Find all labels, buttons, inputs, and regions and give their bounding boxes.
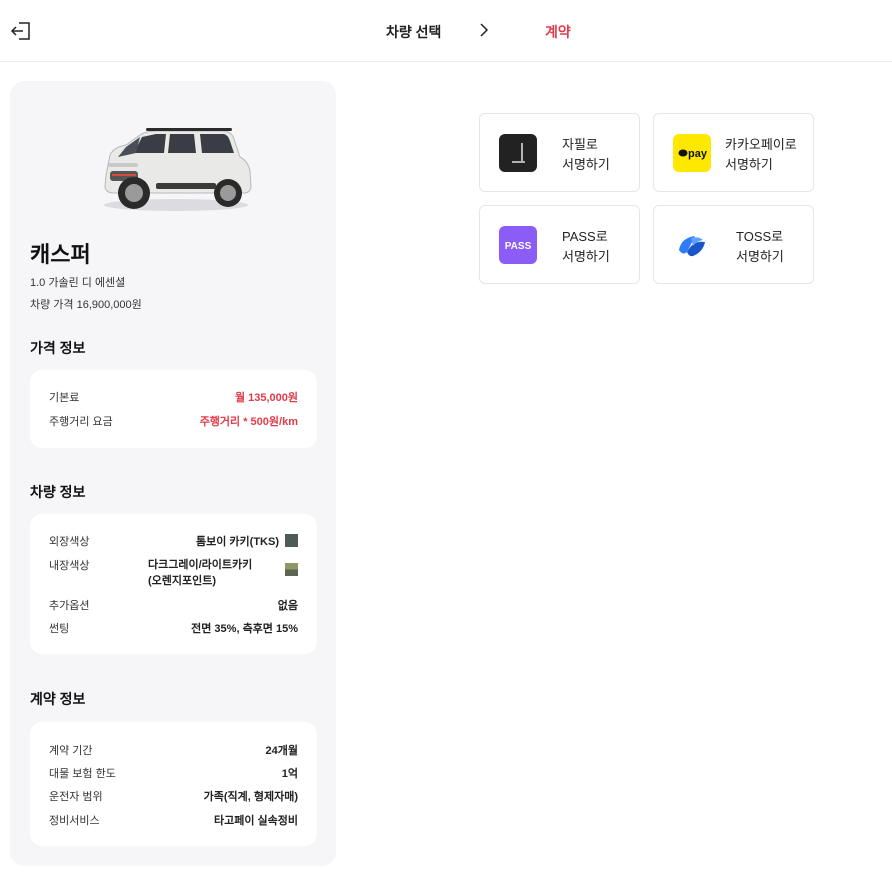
options-row: 추가옵션 없음 xyxy=(49,597,298,613)
contract-row-maintenance: 정비서비스 타고페이 실속정비 xyxy=(49,812,298,828)
sign-handwritten-button[interactable]: 자필로 서명하기 xyxy=(479,113,640,192)
contract-row-insurance: 대물 보험 한도 1억 xyxy=(49,765,298,781)
car-trim: 1.0 가솔린 디 에센셜 xyxy=(30,277,126,289)
price-info-title: 가격 정보 xyxy=(30,340,86,356)
sign-pass-label: PASS로 서명하기 xyxy=(562,227,610,267)
exterior-color-row: 외장색상 톰보이 카키(TKS) xyxy=(49,533,298,549)
step-contract: 계약 xyxy=(545,24,571,40)
maintenance-value: 타고페이 실속정비 xyxy=(213,815,298,827)
sign-pass-line2: 서명하기 xyxy=(562,249,610,264)
sign-toss-line2: 서명하기 xyxy=(736,249,784,264)
exterior-color-swatch xyxy=(285,534,298,547)
toss-icon xyxy=(673,226,711,264)
pen-icon xyxy=(499,134,537,172)
chevron-right-icon xyxy=(477,22,491,38)
pass-icon-text: PASS xyxy=(505,241,532,252)
exterior-color-text: 톰보이 카키(TKS) xyxy=(196,536,279,548)
tint-row: 썬팅 전면 35%, 측후면 15% xyxy=(49,620,298,636)
car-model-name: 캐스퍼 xyxy=(30,242,91,267)
sign-pass-button[interactable]: PASS PASS로 서명하기 xyxy=(479,205,640,284)
options-label: 추가옵션 xyxy=(49,600,90,612)
contract-period-label: 계약 기간 xyxy=(49,745,93,757)
car-image xyxy=(96,125,256,215)
mileage-fee-label: 주행거리 요금 xyxy=(49,416,113,428)
step-indicator: 차량 선택 계약 xyxy=(0,0,892,62)
interior-color-swatch xyxy=(285,563,298,576)
vehicle-info-card: 외장색상 톰보이 카키(TKS) 내장색상 다크그레이/라이트카키 (오렌지포인… xyxy=(30,514,317,654)
sign-kakaopay-line2: 서명하기 xyxy=(725,157,773,172)
sign-handwritten-line2: 서명하기 xyxy=(562,157,610,172)
price-info-card: 기본료 월 135,000원 주행거리 요금 주행거리 * 500원/km xyxy=(30,370,317,448)
sign-kakaopay-label: 카카오페이로 서명하기 xyxy=(725,135,797,175)
contract-info-title: 계약 정보 xyxy=(30,691,86,707)
price-row-mileage: 주행거리 요금 주행거리 * 500원/km xyxy=(49,413,298,429)
base-fee-value: 월 135,000원 xyxy=(234,392,298,404)
car-price: 차량 가격 16,900,000원 xyxy=(30,299,142,311)
tint-label: 썬팅 xyxy=(49,623,70,635)
step-vehicle-select[interactable]: 차량 선택 xyxy=(386,22,441,42)
vehicle-info-title: 차량 정보 xyxy=(30,484,86,500)
sign-handwritten-line1: 자필로 xyxy=(562,137,598,152)
insurance-limit-label: 대물 보험 한도 xyxy=(49,768,116,780)
driver-scope-value: 가족(직계, 형제자매) xyxy=(203,791,298,803)
driver-scope-label: 운전자 범위 xyxy=(49,791,103,803)
kakaopay-icon-text: pay xyxy=(688,148,708,160)
sign-kakaopay-button[interactable]: pay 카카오페이로 서명하기 xyxy=(653,113,814,192)
base-fee-label: 기본료 xyxy=(49,392,80,404)
interior-color-row: 내장색상 다크그레이/라이트카키 (오렌지포인트) xyxy=(49,557,298,591)
mileage-fee-value: 주행거리 * 500원/km xyxy=(199,416,298,428)
sign-toss-button[interactable]: TOSS로 서명하기 xyxy=(653,205,814,284)
contract-summary-panel: 캐스퍼 1.0 가솔린 디 에센셜 차량 가격 16,900,000원 가격 정… xyxy=(10,81,336,866)
maintenance-label: 정비서비스 xyxy=(49,815,100,827)
sign-kakaopay-line1: 카카오페이로 xyxy=(725,137,797,152)
sign-pass-line1: PASS로 xyxy=(562,229,608,244)
contract-info-card: 계약 기간 24개월 대물 보험 한도 1억 운전자 범위 가족(직계, 형제자… xyxy=(30,722,317,846)
kakaopay-icon: pay xyxy=(673,134,711,172)
contract-period-value: 24개월 xyxy=(265,745,298,757)
price-row-base: 기본료 월 135,000원 xyxy=(49,389,298,405)
pass-icon: PASS xyxy=(499,226,537,264)
sign-toss-label: TOSS로 서명하기 xyxy=(736,227,784,267)
insurance-limit-value: 1억 xyxy=(281,768,298,780)
top-bar: 차량 선택 계약 xyxy=(0,0,892,62)
interior-color-label: 내장색상 xyxy=(49,560,90,572)
interior-color-line1: 다크그레이/라이트카키 xyxy=(148,559,253,571)
contract-row-period: 계약 기간 24개월 xyxy=(49,742,298,758)
sign-toss-line1: TOSS로 xyxy=(736,229,784,244)
interior-color-line2: (오렌지포인트) xyxy=(148,575,217,587)
contract-row-driver: 운전자 범위 가족(직계, 형제자매) xyxy=(49,788,298,804)
sign-handwritten-label: 자필로 서명하기 xyxy=(562,135,610,175)
interior-color-value: 다크그레이/라이트카키 (오렌지포인트) xyxy=(148,557,288,589)
options-value: 없음 xyxy=(277,600,298,612)
tint-value: 전면 35%, 측후면 15% xyxy=(191,623,298,635)
exterior-color-label: 외장색상 xyxy=(49,536,90,548)
exterior-color-value: 톰보이 카키(TKS) xyxy=(196,533,298,549)
